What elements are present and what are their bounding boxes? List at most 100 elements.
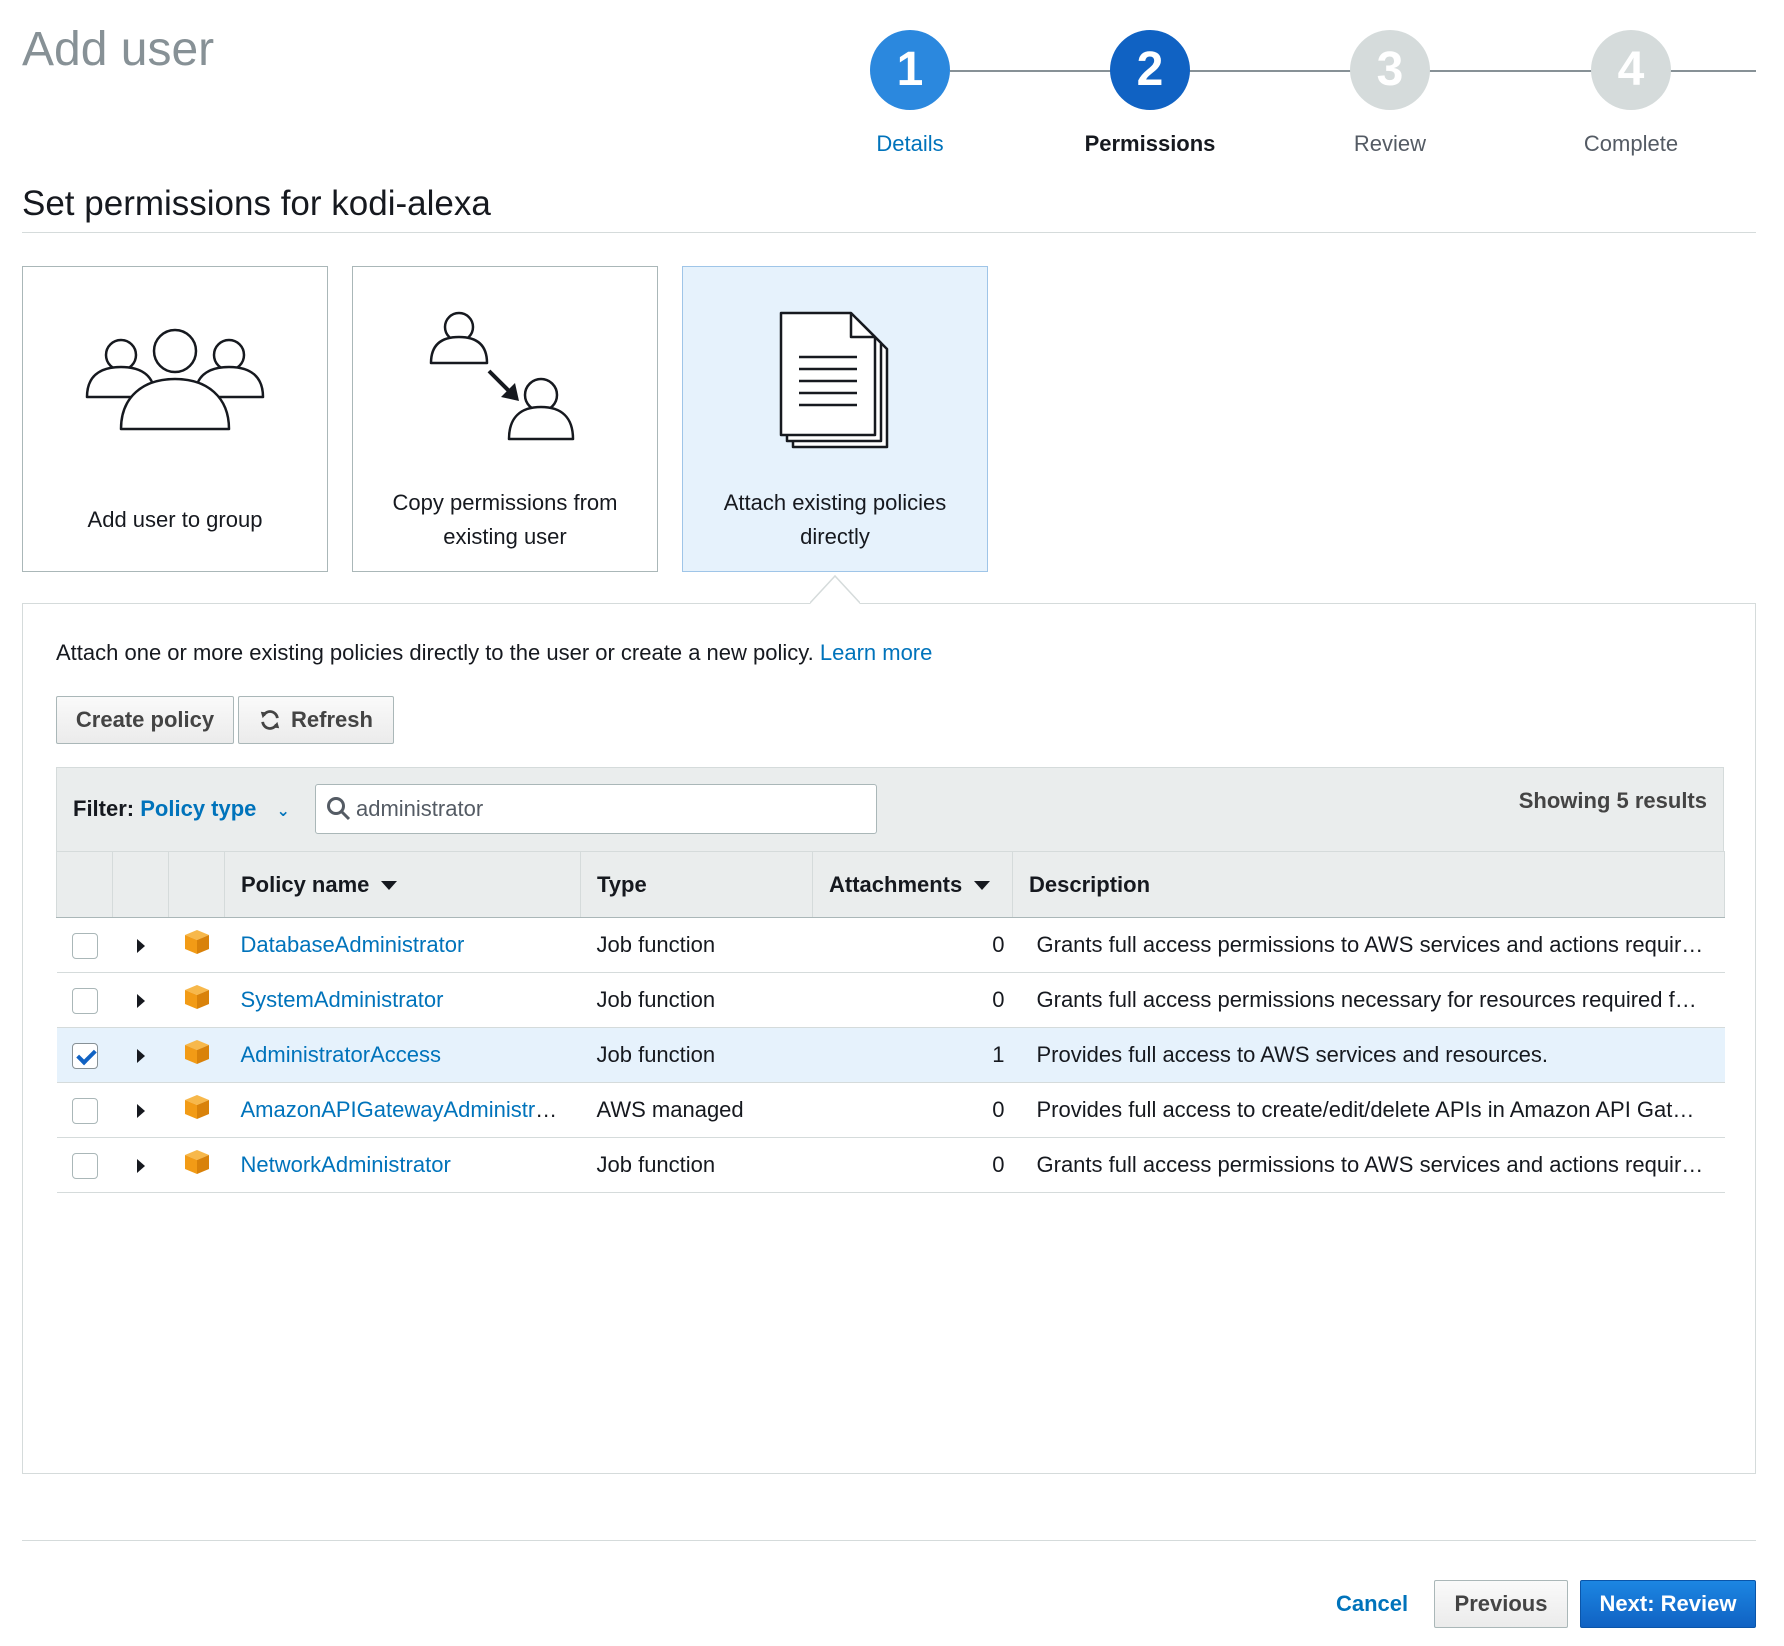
result-count: Showing 5 results	[1518, 788, 1707, 813]
panel-pointer	[810, 574, 860, 604]
policy-name-cell: AdministratorAccess	[224, 1027, 581, 1083]
users-group-icon	[23, 307, 327, 457]
policy-document-icon	[683, 307, 987, 457]
row-checkbox[interactable]	[71, 987, 98, 1014]
attachments-column-header[interactable]: Attachments	[812, 851, 1013, 918]
policy-name-column-header[interactable]: Policy name	[224, 851, 581, 918]
policy-link[interactable]: AmazonAPIGatewayAdministrat…	[241, 1097, 576, 1122]
wizard-step-complete: 4 Complete	[1521, 30, 1741, 157]
wizard-step-permissions: 2 Permissions	[1040, 30, 1260, 157]
attachments-cell: 1	[812, 1027, 1013, 1083]
type-cell: Job function	[580, 1027, 813, 1083]
table-row[interactable]: DatabaseAdministrator Job function 0 Gra…	[56, 917, 1725, 973]
row-expand-cell	[112, 1137, 169, 1193]
previous-button[interactable]: Previous	[1434, 1580, 1568, 1628]
cancel-button[interactable]: Cancel	[1336, 1580, 1408, 1628]
create-policy-label: Create policy	[75, 707, 215, 732]
column-label: Type	[597, 871, 647, 897]
policy-link[interactable]: AdministratorAccess	[241, 1042, 442, 1067]
expand-caret-icon[interactable]	[136, 1159, 145, 1174]
step-label: Permissions	[1084, 131, 1216, 156]
wizard-step-details[interactable]: 1 Details	[800, 30, 1020, 157]
row-checkbox[interactable]	[71, 1097, 98, 1124]
row-checkbox[interactable]	[71, 1152, 98, 1179]
expand-caret-icon[interactable]	[136, 1104, 145, 1119]
policy-name-cell: SystemAdministrator	[224, 972, 581, 1028]
refresh-button[interactable]: Refresh	[238, 696, 394, 744]
policy-link[interactable]: SystemAdministrator	[241, 987, 444, 1012]
attachments-cell: 0	[812, 1082, 1013, 1138]
sort-caret-icon	[974, 881, 991, 891]
table-row[interactable]: AdministratorAccess Job function 1 Provi…	[56, 1027, 1725, 1083]
select-column-header	[56, 851, 113, 918]
option-label-line: existing user	[443, 524, 567, 549]
attachments-cell: 0	[812, 1137, 1013, 1193]
section-title: Set permissions for kodi-alexa	[22, 184, 491, 223]
policy-cube-icon	[184, 930, 209, 954]
footer-divider	[22, 1540, 1756, 1541]
row-checkbox-cell	[56, 972, 113, 1028]
row-icon-cell	[168, 1027, 225, 1083]
option-label-line: Attach existing policies	[723, 490, 947, 515]
option-copy-permissions[interactable]: Copy permissions from existing user	[352, 266, 658, 572]
step-label: Details	[876, 131, 944, 156]
policy-name-cell: AmazonAPIGatewayAdministrat…	[224, 1082, 581, 1138]
policy-name-cell: NetworkAdministrator	[224, 1137, 581, 1193]
policy-name-cell: DatabaseAdministrator	[224, 917, 581, 973]
type-cell: Job function	[580, 1137, 813, 1193]
expand-caret-icon[interactable]	[136, 939, 145, 954]
description-column-header[interactable]: Description	[1012, 851, 1725, 918]
step-number: 2	[1110, 30, 1190, 110]
filter-bar: Filter: Policy type ⌄ Showing 5 results	[56, 767, 1724, 851]
step-label: Complete	[1583, 131, 1679, 156]
row-icon-cell	[168, 1137, 225, 1193]
type-cell: Job function	[580, 972, 813, 1028]
option-attach-policies[interactable]: Attach existing policies directly	[682, 266, 988, 572]
refresh-label: Refresh	[291, 707, 373, 732]
type-column-header[interactable]: Type	[580, 851, 813, 918]
policies-panel: Attach one or more existing policies dir…	[22, 603, 1756, 1474]
create-policy-button[interactable]: Create policy	[56, 696, 234, 744]
expand-column-header	[112, 851, 169, 918]
row-checkbox[interactable]	[71, 932, 98, 959]
description-cell: Grants full access permissions necessary…	[1012, 972, 1725, 1028]
policy-link[interactable]: NetworkAdministrator	[241, 1152, 451, 1177]
search-input[interactable]	[354, 793, 854, 825]
table-row[interactable]: SystemAdministrator Job function 0 Grant…	[56, 972, 1725, 1028]
option-label: Copy permissions from existing user	[363, 486, 647, 554]
learn-more-link[interactable]: Learn more	[820, 640, 933, 665]
row-checkbox[interactable]	[71, 1042, 98, 1069]
column-label: Description	[1029, 871, 1151, 897]
filter-dropdown[interactable]: Filter: Policy type ⌄	[73, 796, 290, 822]
description-cell: Grants full access permissions to AWS se…	[1012, 917, 1725, 973]
intro-text: Attach one or more existing policies dir…	[56, 640, 814, 665]
section-divider	[22, 232, 1756, 233]
column-label: Attachments	[829, 871, 963, 897]
row-icon-cell	[168, 1082, 225, 1138]
option-add-user-to-group[interactable]: Add user to group	[22, 266, 328, 572]
policies-table: Policy name Type Attachments Description	[56, 851, 1725, 1193]
option-label: Add user to group	[87, 507, 263, 532]
policies-table-container: Filter: Policy type ⌄ Showing 5 results	[56, 767, 1725, 1193]
description-cell: Provides full access to create/edit/dele…	[1012, 1082, 1725, 1138]
option-label-line: Copy permissions from	[392, 490, 618, 515]
search-icon	[327, 797, 351, 821]
type-cell: Job function	[580, 917, 813, 973]
next-review-button[interactable]: Next: Review	[1580, 1580, 1756, 1628]
row-expand-cell	[112, 972, 169, 1028]
search-box	[315, 784, 877, 834]
copy-user-icon	[353, 307, 657, 457]
step-number: 4	[1591, 30, 1671, 110]
policy-link[interactable]: DatabaseAdministrator	[241, 932, 465, 957]
option-label: Attach existing policies directly	[693, 486, 977, 554]
expand-caret-icon[interactable]	[136, 994, 145, 1009]
table-row[interactable]: AmazonAPIGatewayAdministrat… AWS managed…	[56, 1082, 1725, 1138]
next-review-label: Next: Review	[1599, 1591, 1737, 1616]
policy-cube-icon	[184, 1040, 209, 1064]
row-expand-cell	[112, 1027, 169, 1083]
row-expand-cell	[112, 1082, 169, 1138]
expand-caret-icon[interactable]	[136, 1049, 145, 1064]
step-label: Review	[1353, 131, 1427, 156]
previous-label: Previous	[1454, 1591, 1548, 1616]
table-row[interactable]: NetworkAdministrator Job function 0 Gran…	[56, 1137, 1725, 1193]
